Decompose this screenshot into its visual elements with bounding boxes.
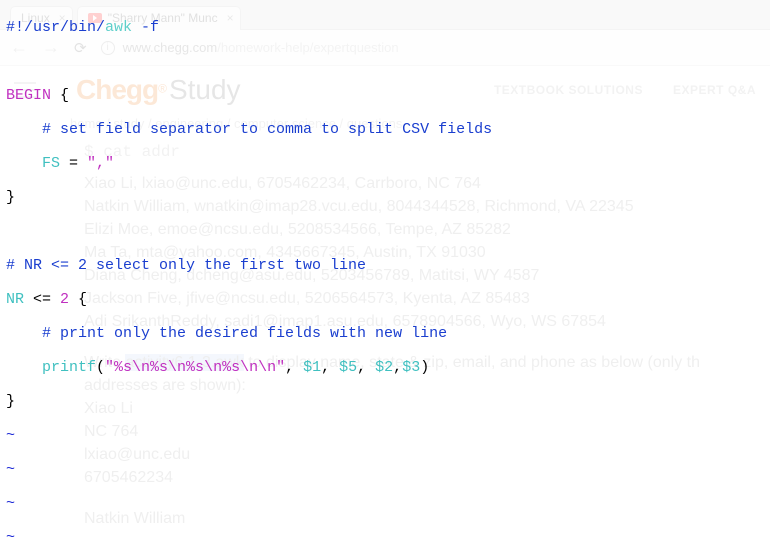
code-line: BEGIN {	[6, 87, 770, 104]
code-line: NR <= 2 {	[6, 291, 770, 308]
code-line	[6, 53, 770, 70]
vim-tilde: ~	[6, 495, 770, 512]
vim-tilde: ~	[6, 461, 770, 478]
code-line: # print only the desired fields with new…	[6, 325, 770, 342]
code-line: }	[6, 189, 770, 206]
code-line: FS = ","	[6, 155, 770, 172]
code-line: printf("%s\n%s\n%s\n%s\n\n", $1, $5, $2,…	[6, 359, 770, 376]
code-line: #!/usr/bin/awk -f	[6, 19, 770, 36]
code-line: }	[6, 393, 770, 410]
code-line: # NR <= 2 select only the first two line	[6, 257, 770, 274]
vim-tilde: ~	[6, 529, 770, 540]
code-line: # set field separator to comma to split …	[6, 121, 770, 138]
code-line	[6, 223, 770, 240]
vim-tilde: ~	[6, 427, 770, 444]
